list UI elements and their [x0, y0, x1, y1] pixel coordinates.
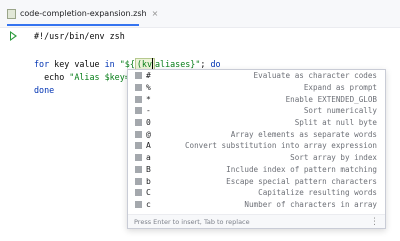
completion-hint: Press Enter to insert, Tab to replace ⋮ — [128, 214, 385, 228]
completion-item-symbol: @ — [146, 129, 151, 139]
keyword-do: do — [210, 59, 221, 69]
completion-item[interactable]: B Include index of pattern matching — [128, 164, 385, 176]
editor-tab-bar: code-completion-expansion.zsh × — [0, 0, 400, 28]
more-options-icon[interactable]: ⋮ — [370, 217, 379, 227]
zsh-file-icon — [7, 8, 16, 19]
completion-item-symbol: 0 — [146, 118, 151, 128]
parameter-flag-icon — [135, 119, 142, 127]
close-icon[interactable]: × — [152, 9, 159, 18]
completion-item[interactable]: A Convert substitution into array express… — [128, 140, 385, 152]
completion-item-symbol: * — [146, 94, 151, 104]
completion-item-description: Split at null byte — [294, 118, 377, 128]
parameter-flag-icon — [135, 177, 142, 185]
parameter-flag-icon — [135, 154, 142, 162]
completion-item-symbol: C — [146, 188, 151, 198]
completion-item[interactable]: 0 Split at null byte — [128, 117, 385, 129]
completion-item-description: Evaluate as character codes — [253, 71, 377, 81]
code-line-1: #!/usr/bin/env zsh — [34, 31, 125, 41]
parameter-flag-icon — [135, 200, 142, 208]
completion-item[interactable]: % Expand as prompt — [128, 82, 385, 94]
code-text-semicolon: ; — [200, 59, 211, 69]
parameter-flag-icon — [135, 142, 142, 150]
completion-item-symbol: c — [146, 199, 151, 209]
code-echo: echo — [34, 72, 70, 82]
completion-item[interactable]: b Escape special pattern characters — [128, 175, 385, 187]
parameter-flag-icon — [135, 189, 142, 197]
completion-item-description: Enable EXTENDED_GLOB — [285, 94, 377, 104]
parameter-flag-icon — [135, 95, 142, 103]
completion-item-symbol: B — [146, 164, 151, 174]
echo-string: "Alias $key=$ — [69, 72, 135, 82]
parameter-flag-icon — [135, 130, 142, 138]
completion-item-description: Capitalize resulting words — [258, 188, 377, 198]
completion-item-symbol: - — [146, 106, 151, 116]
text-caret — [152, 58, 154, 69]
completion-item[interactable]: @ Array elements as separate words — [128, 128, 385, 140]
code-line-2: for key value in "${(kv aliases}"; do — [34, 58, 221, 70]
completion-item-symbol: # — [146, 71, 151, 81]
completion-item-symbol: % — [146, 83, 151, 93]
completion-item-description: Array elements as separate words — [230, 129, 377, 139]
parameter-flag-icon — [135, 107, 142, 115]
keyword-in: in — [104, 59, 115, 69]
completion-item[interactable]: * Enable EXTENDED_GLOB — [128, 93, 385, 105]
completion-item-symbol: b — [146, 176, 151, 186]
parameter-flag-icon — [135, 165, 142, 173]
string-literal: "${ — [114, 59, 135, 69]
completion-item-description: Include index of pattern matching — [226, 164, 377, 174]
completion-item-description: Sort numerically — [303, 106, 377, 116]
code-line-3: echo "Alias $key=$ — [34, 72, 135, 82]
completion-hint-text: Press Enter to insert, Tab to replace — [134, 217, 250, 226]
tab-label: code-completion-expansion.zsh — [20, 9, 147, 18]
active-tab-indicator — [7, 24, 139, 26]
code-line-4: done — [34, 85, 55, 95]
completion-item[interactable]: c Number of characters in array — [128, 199, 385, 211]
run-icon[interactable] — [10, 31, 17, 41]
completion-item-description: Sort array by index — [290, 153, 377, 163]
completion-popup[interactable]: # Evaluate as character codes% Expand as p… — [127, 69, 386, 229]
code-text: key value — [49, 59, 105, 69]
parameter-flag-icon — [135, 84, 142, 92]
completion-item[interactable]: - Sort numerically — [128, 105, 385, 117]
highlight-text: (kv — [136, 59, 153, 69]
completion-item-symbol: A — [146, 141, 151, 151]
tab-code-completion-expansion[interactable]: code-completion-expansion.zsh × — [7, 0, 158, 27]
string-literal-rest: aliases}" — [155, 59, 201, 69]
completion-item[interactable]: # Evaluate as character codes — [128, 70, 385, 82]
completion-item-description: Escape special pattern characters — [226, 176, 377, 186]
completion-item-description: Number of characters in array — [244, 199, 377, 209]
parameter-flag-icon — [135, 72, 142, 80]
completion-list[interactable]: # Evaluate as character codes% Expand as p… — [128, 70, 385, 216]
completion-item[interactable]: a Sort array by index — [128, 152, 385, 164]
keyword-for: for — [34, 59, 50, 69]
completion-item[interactable]: C Capitalize resulting words — [128, 187, 385, 199]
completion-item-description: Expand as prompt — [303, 83, 377, 93]
completion-item-symbol: a — [146, 153, 151, 163]
completion-item-description: Convert substitution into array expressi… — [184, 141, 377, 151]
